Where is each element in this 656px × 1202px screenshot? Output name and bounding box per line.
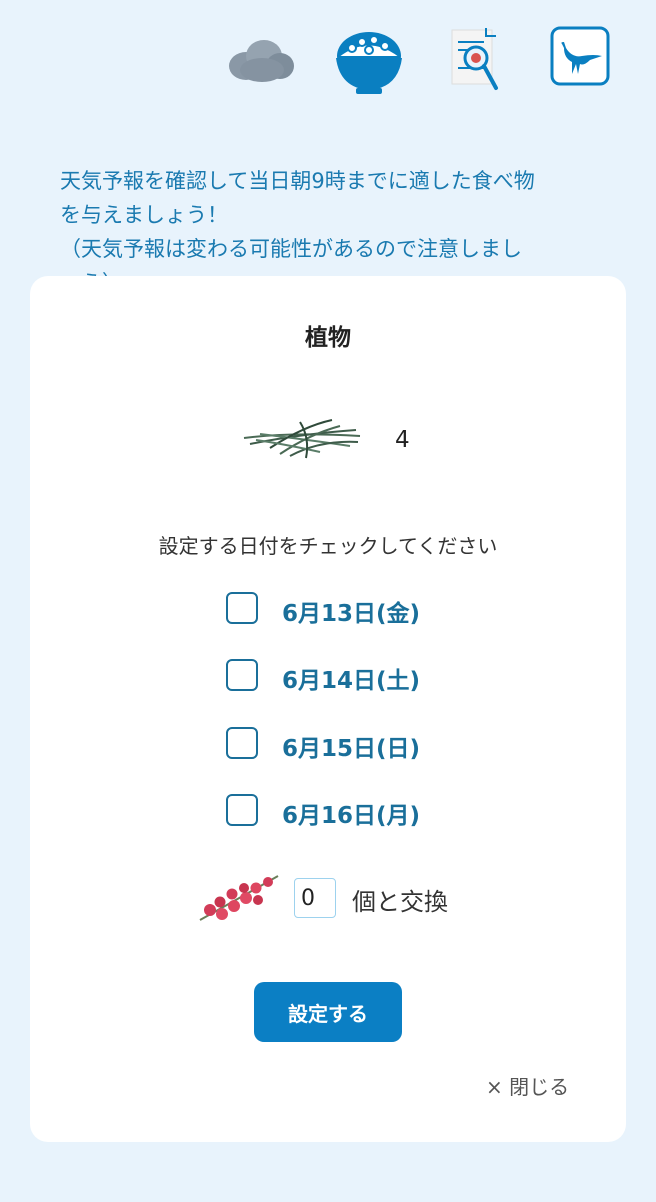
date-checkbox[interactable] [226,659,258,691]
date-option-0613[interactable]: 6月13日(金) [226,592,486,628]
dinosaur-icon[interactable] [550,26,610,86]
date-label: 6月13日(金) [282,601,421,627]
berries-icon [196,870,286,930]
exchange-suffix: 個と交換 [352,888,448,916]
rice-bowl-icon[interactable] [332,26,406,98]
notice-text: 天気予報を確認して当日朝9時までに適した食べ物 を与えましょう！ （天気予報は変… [60,169,535,276]
date-checkbox[interactable] [226,592,258,624]
exchange-quantity-input[interactable] [294,878,336,918]
set-button[interactable]: 設定する [254,982,402,1042]
date-label: 6月14日(土) [282,668,421,694]
date-label: 6月15日(日) [282,736,421,762]
item-quantity: 4 [395,427,410,453]
date-checkbox[interactable] [226,794,258,826]
date-option-0615[interactable]: 6月15日(日) [226,727,486,763]
date-label: 6月16日(月) [282,803,421,829]
exchange-row: 個と交換 [196,868,496,928]
document-search-icon[interactable] [450,24,504,96]
close-button[interactable]: × 閉じる [486,1071,569,1100]
item-row: 4 [240,414,440,470]
date-option-0616[interactable]: 6月16日(月) [226,794,486,830]
instruction-text: 設定する日付をチェックしてください [158,534,498,558]
top-icon-bar [0,22,656,102]
cloud-icon[interactable] [226,36,296,84]
date-option-0614[interactable]: 6月14日(土) [226,659,486,695]
date-checkbox[interactable] [226,727,258,759]
grass-icon [240,414,364,468]
modal-title: 植物 [305,325,351,351]
